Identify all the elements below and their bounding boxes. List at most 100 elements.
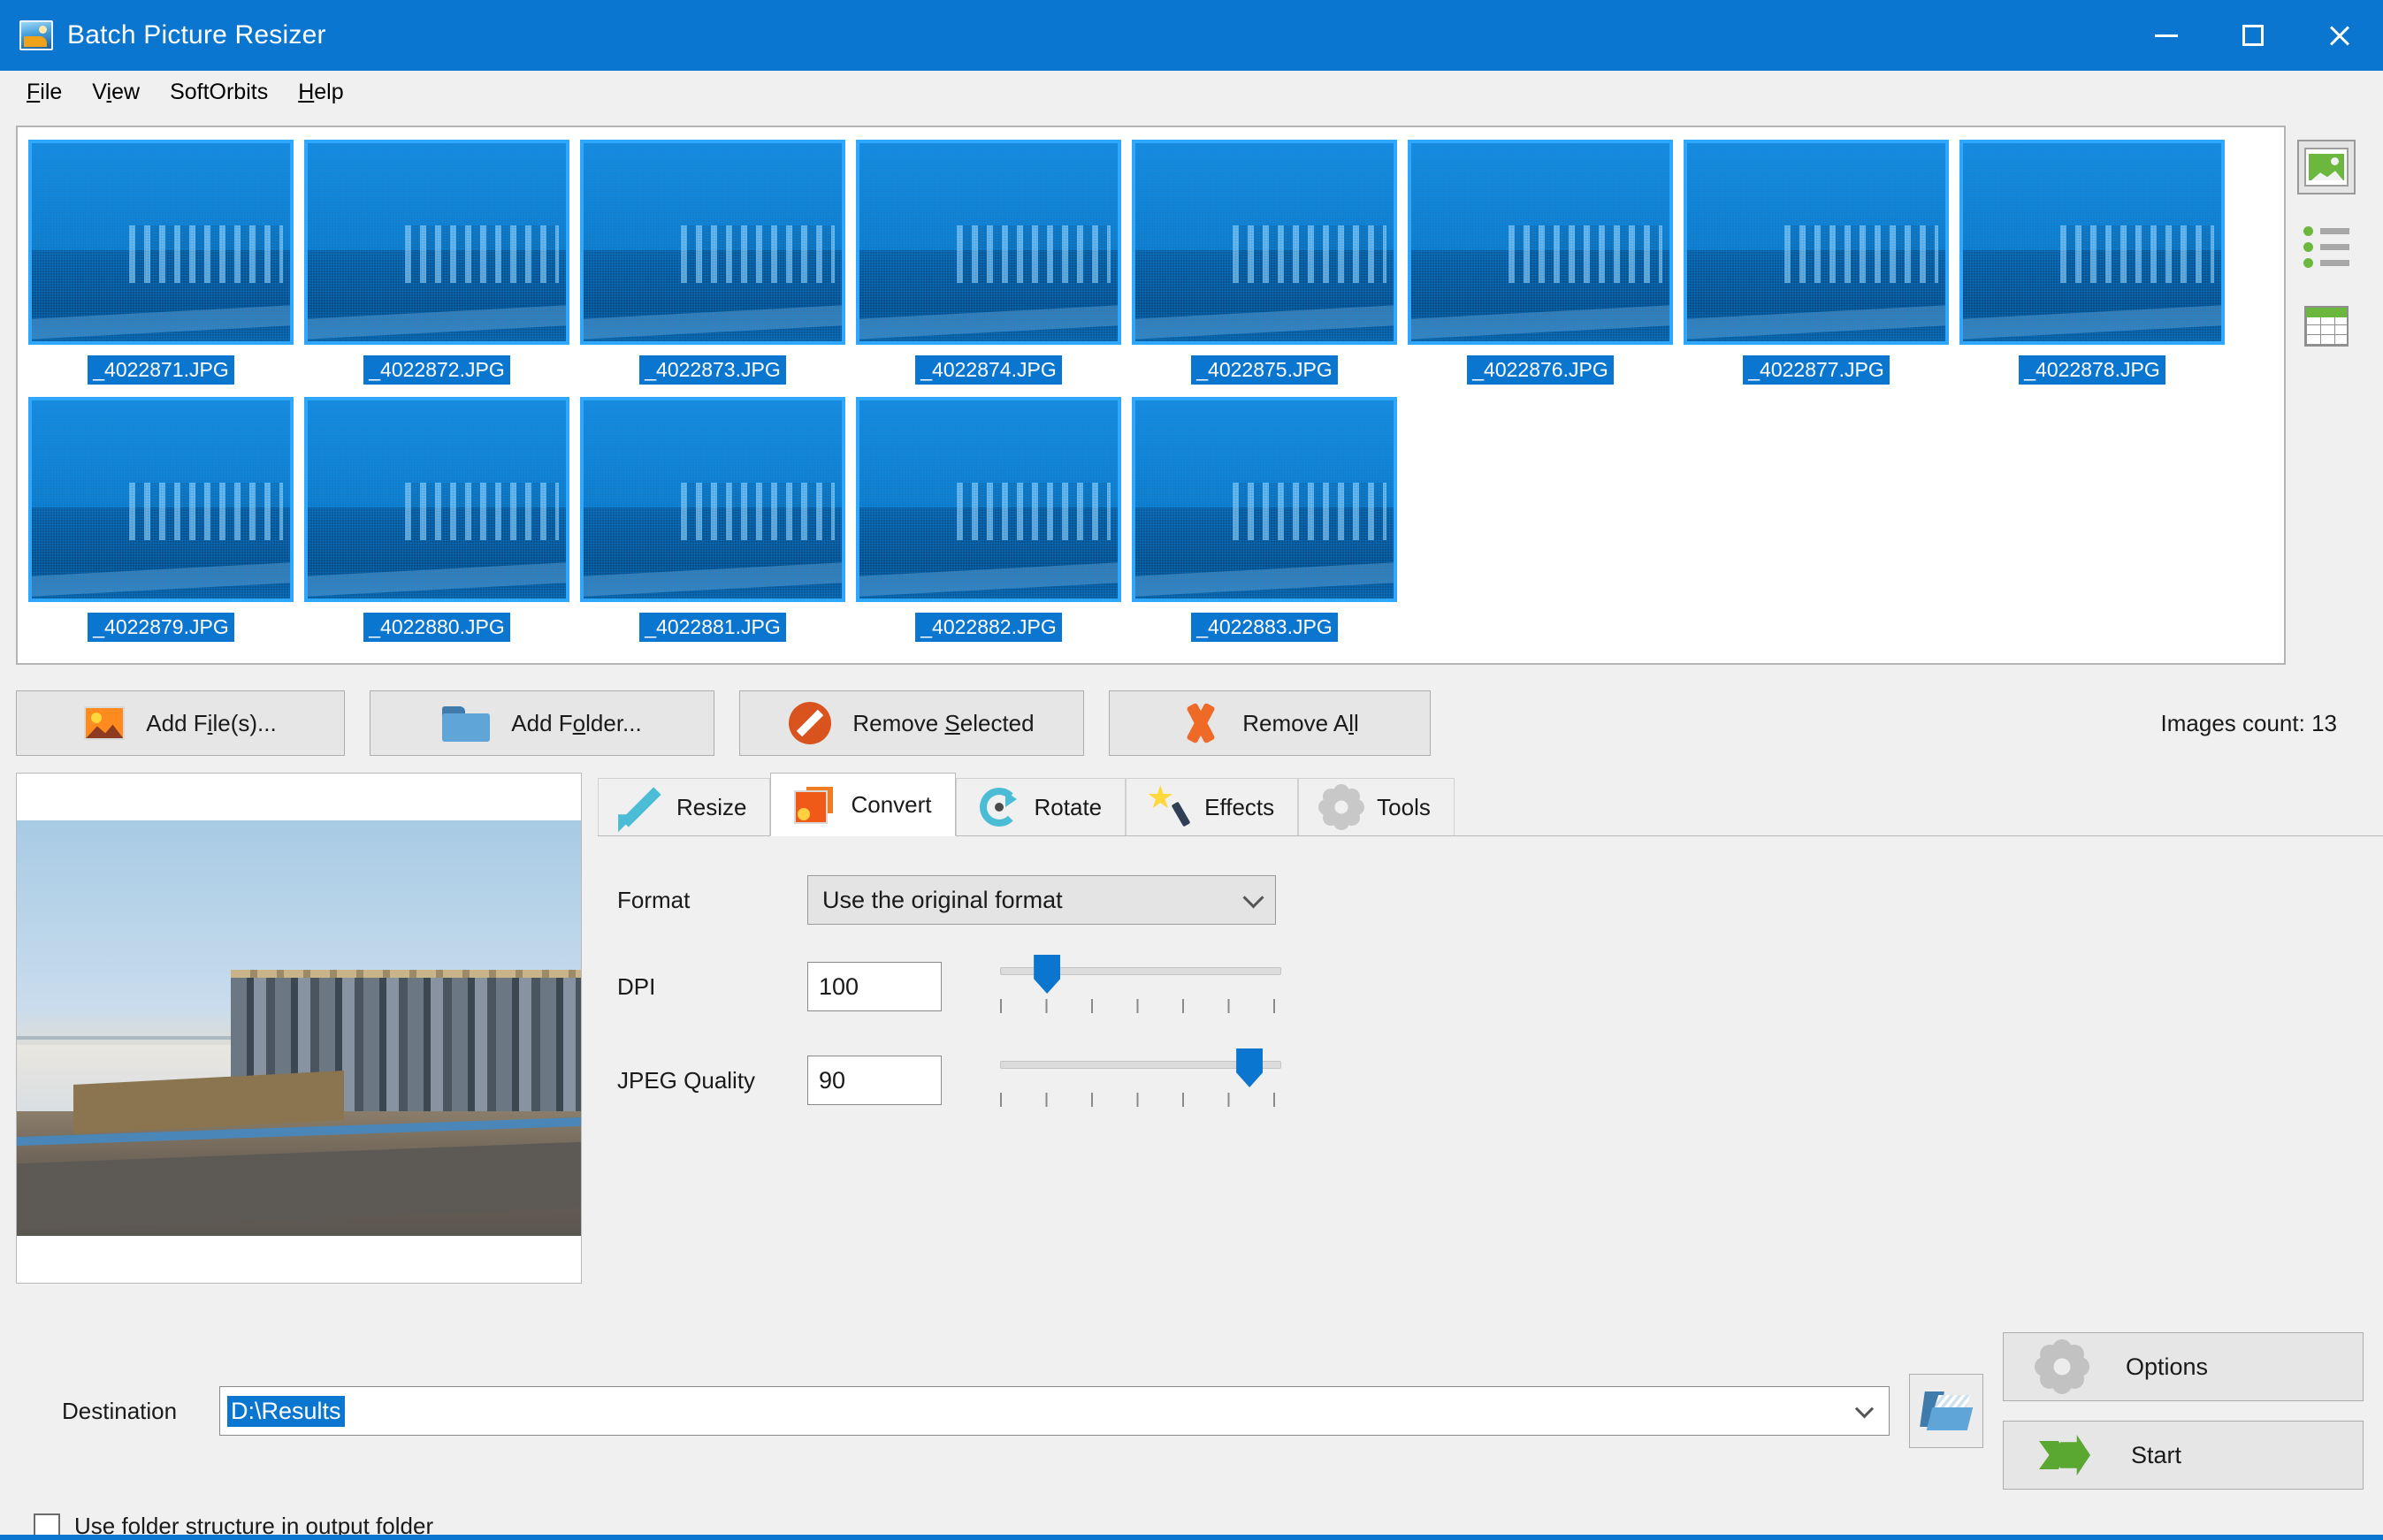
format-label: Format: [617, 886, 691, 913]
menu-file-rest: ile: [40, 79, 63, 104]
thumbnail-item[interactable]: _4022882.JPG: [851, 392, 1127, 649]
tab-convert[interactable]: Convert: [770, 773, 956, 836]
thumbnail-filename: _4022874.JPG: [915, 355, 1062, 385]
green-arrow-icon: [2039, 1435, 2090, 1475]
window-bottom-edge: [0, 1535, 2383, 1540]
thumbnail-image: [580, 140, 845, 345]
dpi-input[interactable]: 100: [807, 962, 942, 1011]
add-folder-label: Add Folder...: [511, 709, 642, 736]
tab-rotate[interactable]: Rotate: [955, 778, 1127, 836]
title-bar-left: Batch Picture Resizer: [0, 20, 326, 50]
window-title: Batch Picture Resizer: [67, 20, 326, 50]
picture-icon: [84, 706, 126, 740]
chevron-down-icon: [1854, 1399, 1875, 1419]
format-row: Format Use the original format: [617, 875, 2383, 925]
maximize-button[interactable]: [2210, 0, 2296, 71]
folder-structure-checkbox-row[interactable]: Use folder structure in output folder: [0, 1490, 2383, 1540]
tools-icon: [1322, 788, 1362, 827]
thumbnail-filename: _4022875.JPG: [1191, 355, 1338, 385]
thumbnail-item[interactable]: _4022875.JPG: [1127, 134, 1402, 392]
jpeg-quality-label: JPEG Quality: [617, 1066, 756, 1094]
thumbnail-item[interactable]: _4022877.JPG: [1678, 134, 1954, 392]
dpi-row: DPI 100: [617, 955, 2383, 1018]
dpi-slider-thumb[interactable]: [1034, 955, 1061, 994]
gear-icon: [2039, 1344, 2085, 1390]
thumbnail-filename: _4022872.JPG: [363, 355, 510, 385]
minimize-button[interactable]: [2123, 0, 2210, 71]
thumbnail-filename: _4022876.JPG: [1467, 355, 1614, 385]
jpeg-slider-thumb[interactable]: [1236, 1048, 1264, 1087]
tab-effects[interactable]: Effects: [1126, 778, 1299, 836]
close-icon: [2327, 23, 2352, 48]
jpeg-quality-input[interactable]: 90: [807, 1056, 942, 1105]
add-folder-button[interactable]: Add Folder...: [370, 690, 714, 756]
tab-resize[interactable]: Resize: [598, 778, 771, 836]
view-mode-list-button[interactable]: [2297, 219, 2356, 274]
tab-strip: Resize Convert Rotate Effects: [598, 773, 2383, 836]
jpeg-slider-ticks: [1000, 1093, 1281, 1107]
resize-icon: [618, 788, 661, 835]
jpeg-quality-slider[interactable]: [1000, 1048, 1281, 1112]
thumbnail-grid: _4022871.JPG _4022872.JPG _4022873.JPG _…: [23, 134, 2284, 649]
thumbnail-list-panel[interactable]: _4022871.JPG _4022872.JPG _4022873.JPG _…: [16, 126, 2286, 665]
thumbnail-item[interactable]: _4022871.JPG: [23, 134, 299, 392]
thumbnail-item[interactable]: _4022880.JPG: [299, 392, 575, 649]
thumbnail-image: [304, 140, 569, 345]
thumbnail-image: [856, 140, 1121, 345]
folder-icon: [442, 705, 491, 742]
tab-tools[interactable]: Tools: [1298, 778, 1455, 836]
thumbnail-filename: _4022879.JPG: [88, 613, 234, 643]
options-label: Options: [2126, 1353, 2209, 1380]
thumbnail-item[interactable]: _4022873.JPG: [575, 134, 851, 392]
menu-bar: File View SoftOrbits Help: [0, 71, 2383, 113]
menu-item-help[interactable]: Help: [286, 74, 355, 111]
menu-item-view[interactable]: View: [80, 74, 152, 111]
thumbnail-filename: _4022882.JPG: [915, 613, 1062, 643]
thumbnail-filename: _4022873.JPG: [639, 355, 786, 385]
dpi-slider[interactable]: [1000, 955, 1281, 1018]
images-count-label: Images count: 13: [2160, 709, 2337, 736]
remove-all-button[interactable]: Remove All: [1109, 690, 1431, 756]
destination-input[interactable]: D:\Results: [219, 1386, 1890, 1436]
convert-tab-pane: Format Use the original format DPI 100 J…: [598, 835, 2383, 1313]
no-entry-icon: [789, 702, 832, 744]
view-mode-thumbnail-button[interactable]: [2297, 140, 2356, 194]
menu-item-softorbits[interactable]: SoftOrbits: [157, 74, 280, 111]
list-view-icon: [2303, 225, 2349, 268]
thumbnail-image: [580, 397, 845, 602]
jpeg-quality-row: JPEG Quality 90: [617, 1048, 2383, 1112]
thumbnail-item[interactable]: _4022876.JPG: [1402, 134, 1678, 392]
open-folder-icon: [1922, 1391, 1971, 1430]
thumbnail-item[interactable]: _4022881.JPG: [575, 392, 851, 649]
effects-icon: [1146, 779, 1188, 827]
tabs-area: Resize Convert Rotate Effects: [582, 773, 2383, 1313]
action-buttons: Options Start: [2003, 1332, 2383, 1490]
view-mode-details-button[interactable]: [2297, 299, 2356, 354]
thumbnail-image: [28, 140, 294, 345]
close-button[interactable]: [2296, 0, 2383, 71]
destination-value: D:\Results: [227, 1395, 345, 1427]
menu-item-file[interactable]: File: [14, 74, 74, 111]
title-bar: Batch Picture Resizer: [0, 0, 2383, 71]
tab-convert-label: Convert: [851, 790, 932, 818]
remove-selected-button[interactable]: Remove Selected: [739, 690, 1084, 756]
options-button[interactable]: Options: [2003, 1332, 2364, 1401]
thumbnail-item[interactable]: _4022878.JPG: [1954, 134, 2230, 392]
thumbnail-image: [856, 397, 1121, 602]
thumbnail-image: [1132, 397, 1397, 602]
thumbnail-item[interactable]: _4022879.JPG: [23, 392, 299, 649]
tab-rotate-label: Rotate: [1034, 793, 1103, 820]
preview-panel: [16, 773, 582, 1284]
add-files-button[interactable]: Add File(s)...: [16, 690, 345, 756]
browse-folder-button[interactable]: [1909, 1374, 1983, 1448]
format-select[interactable]: Use the original format: [807, 875, 1276, 925]
thumbnail-item[interactable]: _4022883.JPG: [1127, 392, 1402, 649]
start-button[interactable]: Start: [2003, 1421, 2364, 1490]
thumbnail-item[interactable]: _4022874.JPG: [851, 134, 1127, 392]
thumbnail-filename: _4022883.JPG: [1191, 613, 1338, 643]
add-files-label: Add File(s)...: [146, 709, 277, 736]
thumbnail-item[interactable]: _4022872.JPG: [299, 134, 575, 392]
view-mode-rail: [2286, 126, 2367, 665]
application-window: Batch Picture Resizer File View SoftOrbi…: [0, 0, 2383, 1540]
destination-bar: Destination D:\Results Options Start: [0, 1313, 2383, 1490]
